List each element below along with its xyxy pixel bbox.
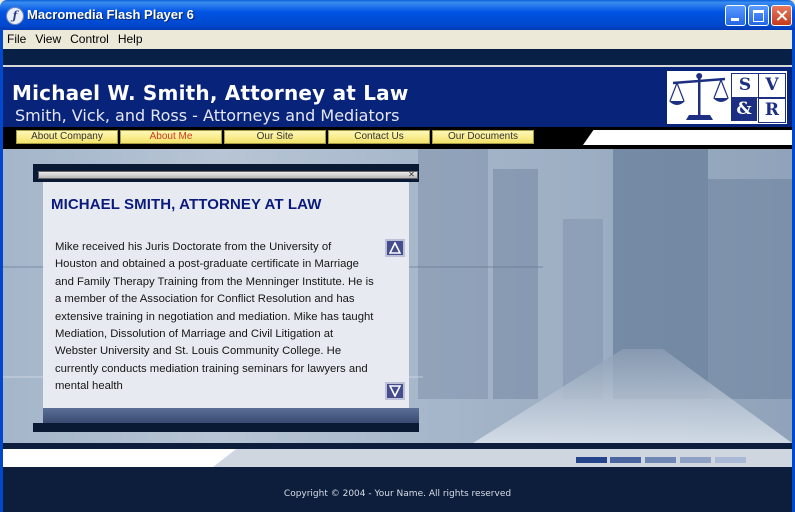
menu-bar: File View Control Help: [3, 30, 792, 49]
page-indicator[interactable]: [576, 457, 607, 463]
panel-body: MICHAEL SMITH, ATTORNEY AT LAW Mike rece…: [43, 182, 409, 408]
footer: Copyright © 2004 - Your Name. All rights…: [3, 443, 792, 512]
nav-about-company[interactable]: About Company: [16, 130, 118, 144]
menu-file[interactable]: File: [3, 30, 31, 46]
panel-text: Mike received his Juris Doctorate from t…: [55, 241, 374, 393]
firm-logo: S V & R: [667, 71, 787, 124]
close-window-button[interactable]: [771, 5, 792, 26]
logo-letter: &: [731, 98, 757, 121]
top-strip: [3, 49, 792, 65]
panel-top-bar: ✕: [33, 164, 419, 182]
site-header: Michael W. Smith, Attorney at Law Smith,…: [3, 65, 792, 127]
logo-letter: R: [758, 98, 786, 123]
menu-control[interactable]: Control: [66, 30, 114, 46]
flash-stage: Michael W. Smith, Attorney at Law Smith,…: [3, 49, 792, 512]
scroll-up-button[interactable]: [385, 239, 405, 257]
flash-icon: ƒ: [6, 7, 24, 25]
nav-our-documents[interactable]: Our Documents: [432, 130, 534, 144]
page-indicator[interactable]: [715, 457, 746, 463]
window-title: Macromedia Flash Player 6: [27, 7, 194, 22]
firm-name: Smith, Vick, and Ross - Attorneys and Me…: [15, 106, 400, 125]
scroll-up-icon: [389, 242, 401, 254]
attorney-name: Michael W. Smith, Attorney at Law: [12, 81, 409, 105]
logo-letter: S: [731, 73, 759, 98]
menu-view[interactable]: View: [31, 30, 66, 46]
logo-letters: S V & R: [731, 73, 786, 123]
logo-letter: V: [758, 73, 786, 98]
page-indicator[interactable]: [610, 457, 641, 463]
nav-bar-accent: [583, 130, 792, 145]
copyright-text: Copyright © 2004 - Your Name. All rights…: [283, 489, 512, 499]
page-indicator[interactable]: [680, 457, 711, 463]
minimize-button[interactable]: [725, 5, 746, 26]
panel-bottom-edge: [33, 423, 419, 432]
panel-title: MICHAEL SMITH, ATTORNEY AT LAW: [51, 196, 322, 213]
scroll-down-button[interactable]: [385, 382, 405, 400]
nav-contact-us[interactable]: Contact Us: [328, 130, 430, 144]
scroll-down-icon: [389, 385, 401, 397]
nav-bar: About Company About Me Our Site Contact …: [3, 127, 792, 149]
scales-of-justice-icon: [669, 73, 729, 120]
page-indicator[interactable]: [645, 457, 676, 463]
close-icon[interactable]: ✕: [407, 171, 416, 179]
panel-drag-bar[interactable]: [38, 171, 418, 179]
about-panel: ✕ MICHAEL SMITH, ATTORNEY AT LAW Mike re…: [33, 164, 419, 432]
nav-our-site[interactable]: Our Site: [224, 130, 326, 144]
maximize-button[interactable]: [748, 5, 769, 26]
menu-help[interactable]: Help: [114, 30, 148, 46]
nav-about-me[interactable]: About Me: [120, 130, 222, 144]
title-bar[interactable]: ƒ Macromedia Flash Player 6: [0, 0, 795, 30]
